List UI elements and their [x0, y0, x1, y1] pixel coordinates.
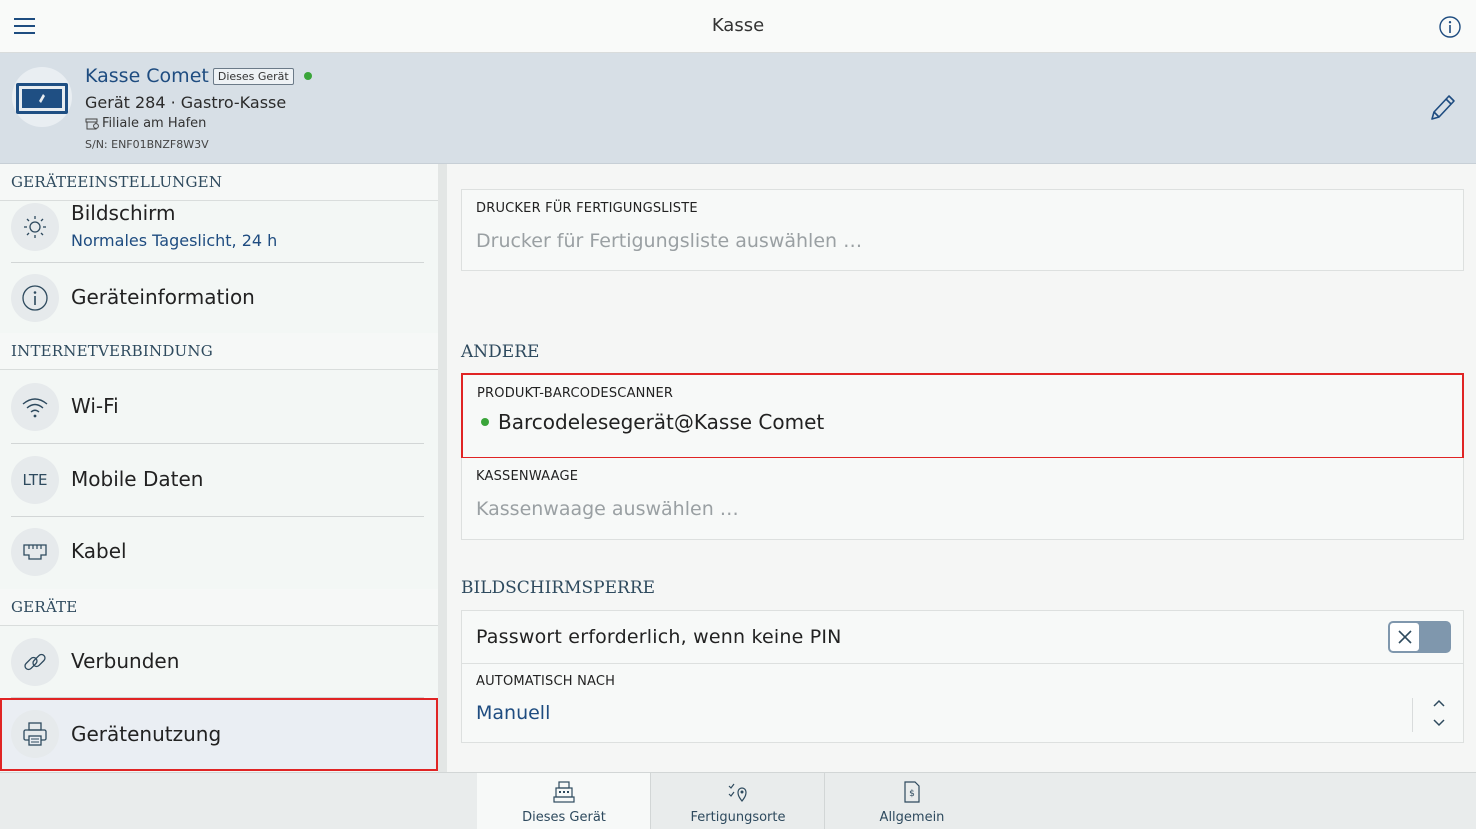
sidebar-item-mobile-data[interactable]: LTE Mobile Daten — [0, 444, 438, 517]
password-required-toggle[interactable] — [1388, 621, 1451, 653]
sidebar-item-device-info[interactable]: Geräteinformation — [0, 263, 438, 333]
connected-status-dot — [481, 418, 489, 426]
printer-select[interactable]: DRUCKER FÜR FERTIGUNGSLISTE Drucker für … — [461, 189, 1464, 271]
scanner-caption: PRODUKT-BARCODESCANNER — [477, 386, 674, 401]
tab-this-device[interactable]: Dieses Gerät — [477, 773, 651, 829]
edit-icon[interactable] — [1428, 91, 1458, 123]
password-required-row: Passwort erforderlich, wenn keine PIN — [461, 610, 1464, 664]
section-header-device-settings: GERÄTEEINSTELLUNGEN — [0, 164, 438, 201]
auto-lock-caption: AUTOMATISCH NACH — [476, 674, 616, 689]
lte-icon: LTE — [11, 456, 59, 504]
tab-label: Fertigungsorte — [690, 810, 786, 825]
password-required-label: Passwort erforderlich, wenn keine PIN — [476, 626, 842, 648]
sidebar-item-label: Mobile Daten — [71, 467, 204, 491]
info-icon — [11, 274, 59, 322]
tab-label: Dieses Gerät — [522, 810, 606, 825]
ethernet-icon — [11, 528, 59, 576]
scale-select[interactable]: KASSENWAAGE Kassenwaage auswählen … — [461, 458, 1464, 540]
sidebar-item-wifi[interactable]: Wi-Fi — [0, 370, 438, 444]
section-header-devices: GERÄTE — [0, 589, 438, 626]
sidebar-item-device-usage[interactable]: Gerätenutzung — [0, 698, 438, 771]
register-icon — [553, 781, 575, 803]
device-avatar — [12, 67, 72, 127]
sidebar-item-label: Wi-Fi — [71, 394, 119, 418]
sidebar-item-cable[interactable]: Kabel — [0, 517, 438, 589]
barcode-scanner-select[interactable]: PRODUKT-BARCODESCANNER Barcodelesegerät@… — [461, 373, 1464, 459]
sidebar-item-label: Bildschirm — [71, 201, 176, 225]
checklist-location-icon — [728, 783, 747, 802]
sidebar-item-connected[interactable]: Verbunden — [0, 626, 438, 698]
bottom-tab-bar: Dieses Gerät Fertigungsorte $ Allgemein — [0, 772, 1476, 829]
sidebar-item-sublabel: Normales Tageslicht, 24 h — [71, 231, 278, 250]
info-icon[interactable] — [1438, 15, 1462, 39]
sidebar-divider[interactable] — [438, 164, 447, 772]
page-title: Kasse — [711, 15, 765, 36]
printer-placeholder: Drucker für Fertigungsliste auswählen … — [476, 230, 863, 252]
sidebar-item-label: Geräteinformation — [71, 285, 255, 309]
sun-icon — [11, 203, 59, 251]
divider — [1412, 698, 1413, 732]
online-status-dot — [303, 72, 312, 80]
settings-sidebar: GERÄTEEINSTELLUNGEN Bildschirm Normales … — [0, 164, 438, 772]
tab-production-locations[interactable]: Fertigungsorte — [651, 773, 825, 829]
printer-icon — [11, 710, 59, 758]
section-title-screen-lock: BILDSCHIRMSPERRE — [461, 578, 656, 598]
document-dollar-icon: $ — [904, 781, 920, 803]
main-content: DRUCKER FÜR FERTIGUNGSLISTE Drucker für … — [447, 164, 1476, 772]
tab-general[interactable]: $ Allgemein — [825, 773, 999, 829]
sidebar-item-display[interactable]: Bildschirm Normales Tageslicht, 24 h — [0, 201, 438, 263]
scale-placeholder: Kassenwaage auswählen … — [476, 498, 739, 520]
device-serial: S/N: ENF01BNZF8W3V — [85, 138, 209, 151]
scanner-device-name: Barcodelesegerät@Kasse Comet — [498, 410, 825, 434]
device-header: Kasse Comet Dieses Gerät Gerät 284 · Gas… — [0, 53, 1476, 164]
tab-label: Allgemein — [879, 810, 945, 825]
scale-caption: KASSENWAAGE — [476, 469, 579, 484]
sidebar-item-label: Gerätenutzung — [71, 722, 222, 746]
section-title-other: ANDERE — [461, 342, 540, 362]
section-header-internet: INTERNETVERBINDUNG — [0, 333, 438, 370]
svg-text:$: $ — [909, 789, 915, 799]
sidebar-item-label: Verbunden — [71, 649, 180, 673]
device-subtitle: Gerät 284 · Gastro-Kasse — [85, 93, 287, 112]
close-icon — [1389, 622, 1420, 652]
link-icon — [11, 638, 59, 686]
store-icon — [85, 118, 99, 129]
printer-caption: DRUCKER FÜR FERTIGUNGSLISTE — [476, 201, 698, 216]
chevron-up-down-icon[interactable] — [1429, 696, 1449, 730]
auto-lock-value: Manuell — [476, 702, 551, 724]
this-device-badge: Dieses Gerät — [212, 67, 294, 85]
wifi-icon — [11, 383, 59, 431]
device-location: Filiale am Hafen — [102, 116, 207, 131]
device-name: Kasse Comet — [85, 65, 209, 87]
sidebar-item-label: Kabel — [71, 539, 127, 563]
app-bar: Kasse — [0, 0, 1476, 53]
auto-lock-select[interactable]: AUTOMATISCH NACH Manuell — [461, 663, 1464, 743]
terminal-icon — [16, 83, 68, 114]
